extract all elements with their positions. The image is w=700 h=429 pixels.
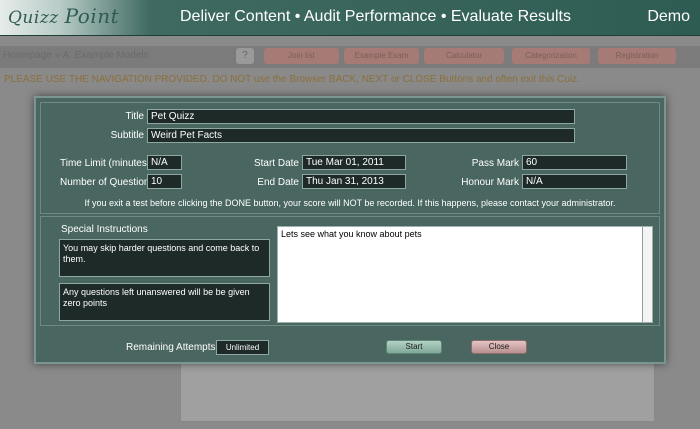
special-instructions-label: Special Instructions	[61, 224, 148, 235]
help-label: ?	[242, 50, 248, 61]
subtitle-label: Subtitle	[110, 130, 144, 141]
bg-button-5-label: Registration	[615, 51, 659, 60]
quiz-message-text: Lets see what you know about pets	[281, 229, 422, 239]
remaining-attempts-field: Unlimited	[216, 340, 269, 355]
title-label: Title	[125, 111, 144, 122]
close-button[interactable]: Close	[471, 340, 527, 354]
help-button[interactable]: ?	[236, 48, 254, 64]
bg-button-2[interactable]: Example Exam	[344, 48, 419, 64]
bg-button-1[interactable]: Join list	[264, 48, 339, 64]
time-limit-label: Time Limit (minutes)	[60, 158, 151, 169]
pass-mark-field: 60	[522, 155, 627, 170]
start-date-label: Start Date	[253, 158, 299, 169]
honour-mark-label: Honour Mark	[461, 177, 519, 188]
logo-text: Quizz	[8, 8, 59, 28]
bg-button-1-label: Join list	[288, 51, 315, 60]
exit-warning-note: If you exit a test before clicking the D…	[84, 198, 616, 208]
bg-button-4-label: Categorization	[525, 51, 577, 60]
start-date-field: Tue Mar 01, 2011	[302, 155, 406, 170]
breadcrumb: Homepage » A. Example Models	[3, 50, 149, 61]
header-tagline: Deliver Content • Audit Performance • Ev…	[180, 8, 571, 25]
time-limit-field: N/A	[147, 155, 182, 170]
navigation-warning: PLEASE USE THE NAVIGATION PROVIDED. DO N…	[4, 74, 580, 85]
bg-button-2-label: Example Exam	[354, 51, 409, 60]
bg-button-3[interactable]: Calculator	[424, 48, 504, 64]
start-button[interactable]: Start	[386, 340, 442, 354]
bg-button-5[interactable]: Registration	[598, 48, 676, 64]
remaining-attempts-label: Remaining Attempts	[126, 342, 216, 353]
num-questions-label: Number of Questions	[60, 177, 155, 188]
background-panel	[180, 360, 655, 422]
quiz-message-box: Lets see what you know about pets	[277, 226, 653, 323]
bg-button-4[interactable]: Categorization	[512, 48, 590, 64]
honour-mark-field: N/A	[522, 174, 627, 189]
num-questions-field: 10	[147, 174, 182, 189]
quiz-dialog: Title Pet Quizz Subtitle Weird Pet Facts…	[34, 96, 666, 364]
pass-mark-label: Pass Mark	[471, 158, 519, 169]
quizzpoint-logo[interactable]: Quizz Point	[8, 4, 119, 28]
instruction-item: Any questions left unanswered will be be…	[59, 283, 270, 321]
app-header: Quizz Point Deliver Content • Audit Perf…	[0, 0, 700, 36]
message-scrollbar[interactable]	[642, 227, 652, 322]
title-field: Pet Quizz	[147, 109, 575, 124]
instruction-item: You may skip harder questions and come b…	[59, 239, 270, 277]
end-date-label: End Date	[257, 177, 299, 188]
user-label: Demo	[647, 8, 690, 25]
end-date-field: Thu Jan 31, 2013	[302, 174, 406, 189]
bg-button-3-label: Calculator	[445, 51, 482, 60]
subtitle-field: Weird Pet Facts	[147, 128, 575, 143]
logo-point: Point	[64, 4, 120, 28]
